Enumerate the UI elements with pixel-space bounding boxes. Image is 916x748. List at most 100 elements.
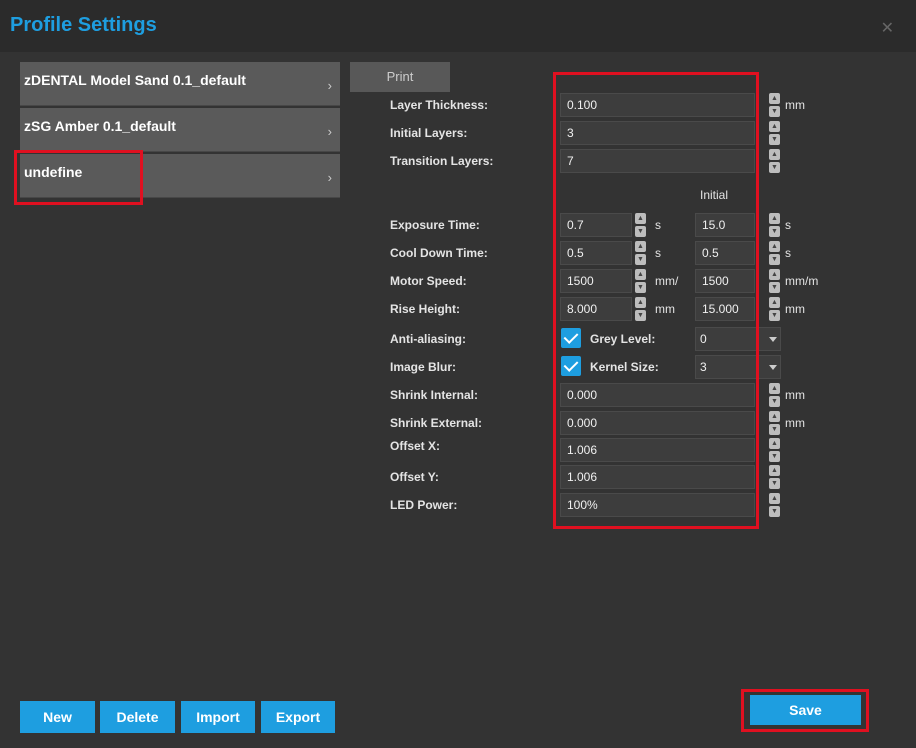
initial-cool-down-time-input[interactable]: 0.5 [695,241,755,265]
spin-up-icon[interactable]: ▲ [769,213,780,224]
spin-down-icon[interactable]: ▼ [769,478,780,489]
exposure-time-input[interactable]: 0.7 [560,213,632,237]
spin-up-icon[interactable]: ▲ [635,297,646,308]
offset-y-spinner[interactable]: ▲ ▼ [769,465,780,489]
image-blur-checkbox[interactable] [561,356,581,376]
initial-layers-label: Initial Layers: [390,126,468,140]
initial-motor-speed-unit: mm/m [785,274,819,288]
spin-down-icon[interactable]: ▼ [635,226,646,237]
chevron-down-icon [769,365,777,370]
motor-speed-spinner[interactable]: ▲ ▼ [635,269,646,293]
offset-y-label: Offset Y: [390,470,439,484]
export-button[interactable]: Export [261,701,335,733]
spin-up-icon[interactable]: ▲ [635,213,646,224]
grey-level-label: Grey Level: [590,332,656,346]
initial-exposure-time-input[interactable]: 15.0 [695,213,755,237]
profile-item-undefine[interactable]: undefine › [20,154,340,198]
spin-down-icon[interactable]: ▼ [769,282,780,293]
transition-layers-spinner[interactable]: ▲ ▼ [769,149,780,173]
spin-up-icon[interactable]: ▲ [769,465,780,476]
chevron-right-icon: › [327,78,332,93]
transition-layers-label: Transition Layers: [390,154,494,168]
spin-up-icon[interactable]: ▲ [635,241,646,252]
title-bar: Profile Settings ✕ [0,0,916,52]
kernel-size-select[interactable]: 3 [695,355,781,379]
shrink-internal-input[interactable]: 0.000 [560,383,755,407]
profile-item-zsg-amber[interactable]: zSG Amber 0.1_default › [20,108,340,152]
chevron-right-icon: › [327,170,332,185]
cool-down-time-input[interactable]: 0.5 [560,241,632,265]
layer-thickness-label: Layer Thickness: [390,98,489,112]
kernel-size-value: 3 [700,360,707,374]
spin-down-icon[interactable]: ▼ [769,162,780,173]
profile-label: zDENTAL Model Sand 0.1_default [24,72,246,88]
cool-down-time-spinner[interactable]: ▲ ▼ [635,241,646,265]
shrink-internal-spinner[interactable]: ▲ ▼ [769,383,780,407]
close-icon[interactable]: ✕ [881,18,894,38]
layer-thickness-spinner[interactable]: ▲ ▼ [769,93,780,117]
spin-down-icon[interactable]: ▼ [769,396,780,407]
anti-aliasing-checkbox[interactable] [561,328,581,348]
rise-height-spinner[interactable]: ▲ ▼ [635,297,646,321]
initial-rise-height-input[interactable]: 15.000 [695,297,755,321]
exposure-time-spinner[interactable]: ▲ ▼ [635,213,646,237]
offset-y-input[interactable]: 1.006 [560,465,755,489]
initial-motor-speed-input[interactable]: 1500 [695,269,755,293]
kernel-size-label: Kernel Size: [590,360,659,374]
new-button[interactable]: New [20,701,95,733]
initial-exposure-time-spinner[interactable]: ▲ ▼ [769,213,780,237]
spin-up-icon[interactable]: ▲ [769,438,780,449]
offset-x-input[interactable]: 1.006 [560,438,755,462]
spin-down-icon[interactable]: ▼ [769,134,780,145]
spin-up-icon[interactable]: ▲ [769,297,780,308]
import-button[interactable]: Import [181,701,255,733]
delete-button[interactable]: Delete [100,701,175,733]
spin-down-icon[interactable]: ▼ [635,254,646,265]
shrink-external-input[interactable]: 0.000 [560,411,755,435]
offset-x-spinner[interactable]: ▲ ▼ [769,438,780,462]
spin-up-icon[interactable]: ▲ [635,269,646,280]
spin-up-icon[interactable]: ▲ [769,149,780,160]
save-button[interactable]: Save [750,695,861,725]
motor-speed-input[interactable]: 1500 [560,269,632,293]
rise-height-label: Rise Height: [390,302,461,316]
led-power-input[interactable]: 100% [560,493,755,517]
initial-rise-height-spinner[interactable]: ▲ ▼ [769,297,780,321]
spin-up-icon[interactable]: ▲ [769,121,780,132]
spin-up-icon[interactable]: ▲ [769,269,780,280]
initial-layers-input[interactable]: 3 [560,121,755,145]
tab-print[interactable]: Print [350,62,450,92]
shrink-external-spinner[interactable]: ▲ ▼ [769,411,780,435]
chevron-down-icon [769,337,777,342]
led-power-spinner[interactable]: ▲ ▼ [769,493,780,517]
spin-up-icon[interactable]: ▲ [769,93,780,104]
rise-height-input[interactable]: 8.000 [560,297,632,321]
profile-label: zSG Amber 0.1_default [24,118,176,134]
spin-down-icon[interactable]: ▼ [635,310,646,321]
motor-speed-unit: mm/ [655,274,679,288]
spin-down-icon[interactable]: ▼ [769,254,780,265]
spin-down-icon[interactable]: ▼ [769,226,780,237]
layer-thickness-input[interactable]: 0.100 [560,93,755,117]
spin-up-icon[interactable]: ▲ [769,411,780,422]
spin-down-icon[interactable]: ▼ [769,106,780,117]
initial-cool-down-time-unit: s [785,246,791,260]
profile-item-zdental[interactable]: zDENTAL Model Sand 0.1_default › [20,62,340,106]
spin-up-icon[interactable]: ▲ [769,383,780,394]
transition-layers-input[interactable]: 7 [560,149,755,173]
spin-up-icon[interactable]: ▲ [769,493,780,504]
led-power-label: LED Power: [390,498,458,512]
offset-x-label: Offset X: [390,439,441,453]
spin-down-icon[interactable]: ▼ [769,451,780,462]
spin-down-icon[interactable]: ▼ [769,506,780,517]
spin-down-icon[interactable]: ▼ [635,282,646,293]
spin-down-icon[interactable]: ▼ [769,424,780,435]
shrink-external-unit: mm [785,416,805,430]
initial-cool-down-time-spinner[interactable]: ▲ ▼ [769,241,780,265]
cool-down-time-label: Cool Down Time: [390,246,488,260]
grey-level-select[interactable]: 0 [695,327,781,351]
initial-motor-speed-spinner[interactable]: ▲ ▼ [769,269,780,293]
spin-down-icon[interactable]: ▼ [769,310,780,321]
spin-up-icon[interactable]: ▲ [769,241,780,252]
initial-layers-spinner[interactable]: ▲ ▼ [769,121,780,145]
